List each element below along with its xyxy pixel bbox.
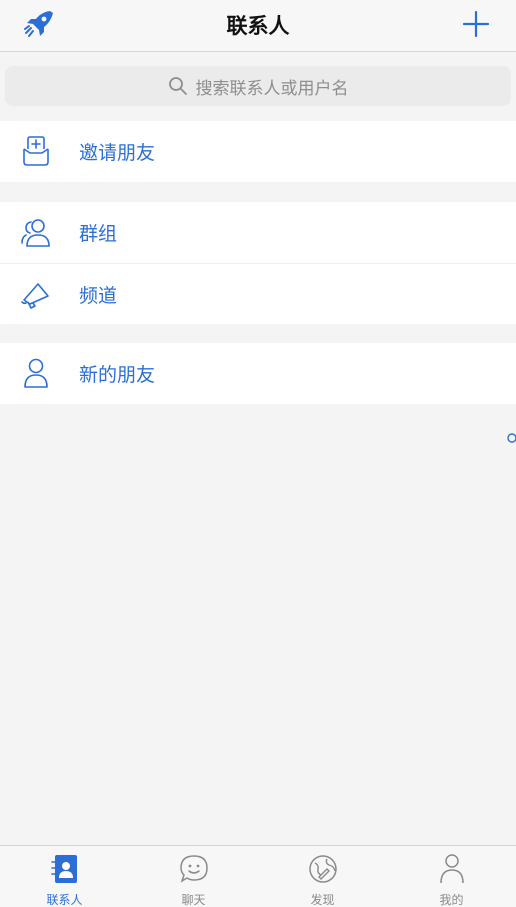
search-icon [168,77,187,95]
page-title: 联系人 [226,14,290,38]
tab-chat-label: 聊天 [181,893,206,907]
tab-bar: 联系人 聊天 发现 我的 [0,845,516,907]
tab-profile[interactable]: 我的 [387,846,516,907]
tab-contacts[interactable]: 联系人 [0,846,129,907]
profile-icon [439,854,464,884]
channels-item[interactable]: 频道 [0,263,516,324]
search-input[interactable]: 搜索联系人或用户名 [5,66,511,106]
tab-profile-label: 我的 [439,893,464,907]
nav-bar: 联系人 [0,0,516,52]
contacts-icon [50,855,77,883]
tab-discover[interactable]: 发现 [258,846,387,907]
new-friends-item[interactable]: 新的朋友 [0,343,516,404]
group-icon [21,219,50,247]
tab-contacts-label: 联系人 [46,893,83,907]
new-friends-label: 新的朋友 [79,364,156,386]
invite-friends-label: 邀请朋友 [79,142,156,164]
invite-inbox-icon [23,136,49,166]
channels-label: 频道 [79,284,118,307]
groups-channels-section: 群组 频道 [0,202,516,324]
search-placeholder: 搜索联系人或用户名 [195,78,349,99]
person-icon [24,358,48,388]
tab-chat[interactable]: 聊天 [129,846,258,907]
groups-item[interactable]: 群组 [0,202,516,263]
invite-section: 邀请朋友 [0,121,516,182]
chat-icon [179,855,208,883]
groups-label: 群组 [79,223,118,245]
add-icon[interactable] [462,10,490,38]
tab-discover-label: 发现 [310,893,335,907]
discover-icon [308,855,337,883]
index-search-icon[interactable] [506,433,516,445]
new-friends-section: 新的朋友 [0,343,516,404]
megaphone-icon [21,283,49,309]
invite-friends-item[interactable]: 邀请朋友 [0,121,516,182]
